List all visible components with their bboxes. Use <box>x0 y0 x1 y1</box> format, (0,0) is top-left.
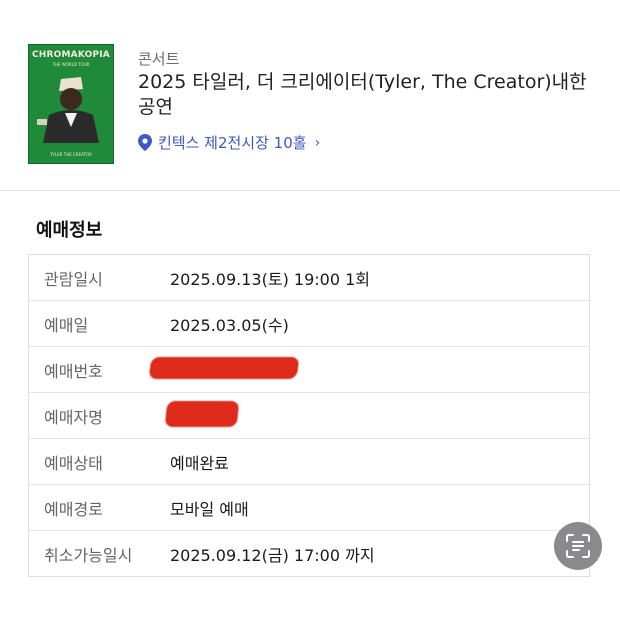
event-category: 콘서트 <box>138 50 180 68</box>
booking-section-title: 예매정보 <box>36 220 103 241</box>
row-value: 2025.09.12(금) 17:00 까지 <box>170 530 590 577</box>
redaction-mark <box>148 356 300 379</box>
table-row: 예매자명 <box>28 392 590 439</box>
table-row: 예매상태 예매완료 <box>28 438 590 485</box>
row-label: 취소가능일시 <box>28 530 170 577</box>
redaction-mark <box>164 400 240 427</box>
poster-subtitle: THE WORLD TOUR <box>52 62 90 67</box>
event-poster[interactable]: CHROMAKOPIA THE WORLD TOUR TYLER THE CRE… <box>28 44 114 164</box>
venue-name: 킨텍스 제2전시장 10홀 <box>158 134 307 152</box>
row-label: 예매경로 <box>28 484 170 531</box>
row-value: 예매완료 <box>170 438 590 485</box>
text-scan-button[interactable] <box>554 522 602 570</box>
row-label: 예매일 <box>28 300 170 347</box>
table-row: 예매번호 <box>28 346 590 393</box>
row-label: 예매상태 <box>28 438 170 485</box>
poster-footer: TYLER THE CREATOR <box>50 152 92 157</box>
table-row: 관람일시 2025.09.13(토) 19:00 1회 <box>29 255 590 301</box>
poster-title: CHROMAKOPIA <box>32 50 110 60</box>
venue-link[interactable]: 킨텍스 제2전시장 10홀 › <box>138 132 320 153</box>
row-value <box>164 392 590 439</box>
event-summary: CHROMAKOPIA THE WORLD TOUR TYLER THE CRE… <box>0 0 620 190</box>
table-row: 예매경로 모바일 예매 <box>28 484 590 531</box>
row-value <box>148 346 590 393</box>
poster-figure-image <box>35 69 107 143</box>
table-row: 취소가능일시 2025.09.12(금) 17:00 까지 <box>28 530 590 577</box>
row-label: 예매자명 <box>28 392 170 439</box>
row-value: 2025.03.05(수) <box>170 300 590 347</box>
chevron-right-icon: › <box>314 134 321 151</box>
event-title: 2025 타일러, 더 크리에이터(Tyler, The Creator)내한공… <box>138 71 587 118</box>
row-value: 2025.09.13(토) 19:00 1회 <box>170 269 370 289</box>
row-value: 모바일 예매 <box>170 484 590 531</box>
row-label: 관람일시 <box>44 269 103 289</box>
table-row: 예매일 2025.03.05(수) <box>28 300 590 347</box>
booking-info-table: 관람일시 2025.09.13(토) 19:00 1회 예매일 2025.03.… <box>28 254 590 577</box>
location-pin-icon <box>138 134 152 151</box>
section-divider <box>0 190 620 191</box>
text-scan-icon <box>566 534 590 558</box>
